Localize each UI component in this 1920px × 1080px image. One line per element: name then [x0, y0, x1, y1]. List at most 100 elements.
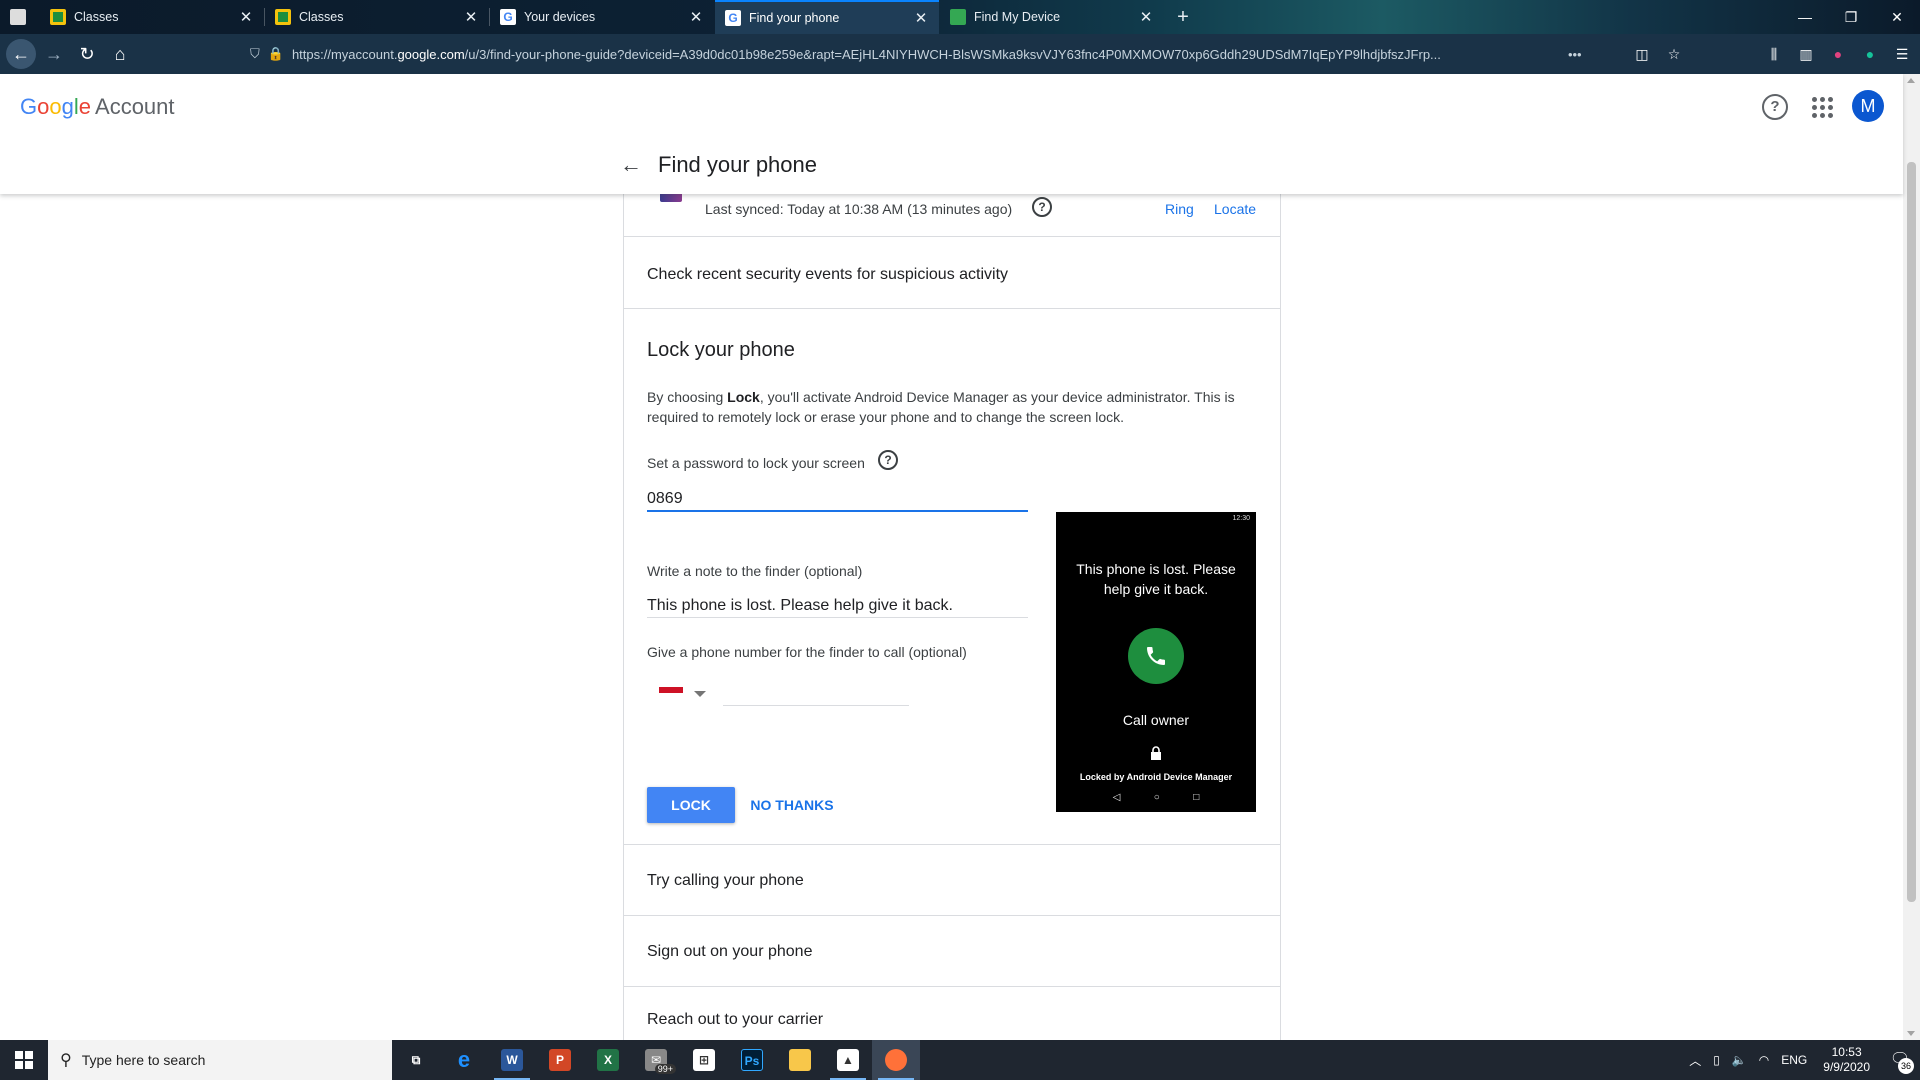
locate-button[interactable]: Locate	[1214, 201, 1256, 217]
status-bar-time: 12:30	[1232, 515, 1250, 522]
wifi-icon[interactable]: ◠	[1759, 1053, 1769, 1067]
chevron-up-icon[interactable]: ︿	[1689, 1052, 1701, 1069]
call-icon	[1128, 628, 1184, 684]
firefox-icon[interactable]	[872, 1040, 920, 1080]
back-arrow-icon[interactable]: ←	[620, 152, 642, 178]
finder-note-field[interactable]	[647, 594, 1028, 618]
word-icon[interactable]: W	[488, 1040, 536, 1080]
no-thanks-button[interactable]: NO THANKS	[744, 787, 840, 823]
password-field[interactable]	[647, 488, 1028, 512]
url-bar[interactable]: ⛉ 🔒 https://myaccount.google.com/u/3/fin…	[250, 39, 1610, 69]
google-account-logo[interactable]: Google Account	[20, 94, 175, 120]
notification-center-icon[interactable]: 🗨36	[1880, 1040, 1920, 1080]
store-icon[interactable]: ⊞	[680, 1040, 728, 1080]
classroom-icon	[50, 9, 66, 25]
minimize-icon[interactable]: —	[1782, 0, 1828, 34]
help-icon[interactable]: ?	[1032, 197, 1052, 217]
lock-phone-section: Lock your phone By choosing Lock, you'll…	[624, 309, 1280, 845]
country-flag-icon[interactable]	[659, 687, 683, 699]
close-window-icon[interactable]: ✕	[1874, 0, 1920, 34]
new-tab-button[interactable]: +	[1168, 0, 1198, 34]
scroll-up-icon[interactable]	[1907, 78, 1915, 83]
find-my-device-icon	[950, 9, 966, 25]
language-indicator[interactable]: ENG	[1781, 1053, 1807, 1067]
chevron-down-icon[interactable]	[694, 691, 706, 697]
avatar[interactable]: M	[1852, 90, 1884, 122]
photos-icon[interactable]: ▲	[824, 1040, 872, 1080]
account-label: Account	[95, 94, 175, 119]
tab-close-icon[interactable]: ✕	[463, 8, 479, 26]
photoshop-icon[interactable]: Ps	[728, 1040, 776, 1080]
lock-icon[interactable]: 🔒	[268, 46, 284, 62]
security-events-row[interactable]: Check recent security events for suspici…	[624, 237, 1280, 309]
back-arrow-icon[interactable]: ←	[6, 39, 36, 69]
phone-nav-bar: ◁ ○ □	[1056, 792, 1256, 803]
tab-close-icon[interactable]: ✕	[1138, 8, 1154, 26]
tab-find-your-phone[interactable]: G Find your phone ✕	[715, 0, 939, 34]
shield-icon[interactable]: ⛉	[250, 46, 260, 62]
help-icon[interactable]: ?	[878, 450, 898, 470]
lock-description: By choosing Lock, you'll activate Androi…	[647, 387, 1257, 427]
scrollbar-thumb[interactable]	[1907, 162, 1916, 902]
try-calling-row[interactable]: Try calling your phone	[624, 845, 1280, 916]
scroll-down-icon[interactable]	[1907, 1031, 1915, 1036]
google-icon: G	[725, 10, 741, 26]
carrier-row[interactable]: Reach out to your carrier	[624, 987, 1280, 1047]
bookmark-star-icon[interactable]: ☆	[1662, 39, 1686, 69]
tab-label: Classes	[299, 10, 344, 24]
menu-icon[interactable]: ☰	[1890, 39, 1914, 69]
tab-find-my-device[interactable]: Find My Device ✕	[940, 0, 1164, 34]
tab-your-devices[interactable]: G Your devices ✕	[490, 0, 714, 34]
apps-grid-icon[interactable]	[1810, 95, 1834, 119]
restore-icon[interactable]: ❐	[1828, 0, 1874, 34]
library-icon[interactable]: ⫼	[1762, 39, 1786, 69]
logo-letter: G	[20, 94, 38, 119]
lock-button[interactable]: LOCK	[647, 787, 735, 823]
padlock-icon	[1151, 746, 1161, 760]
sign-out-label: Sign out on your phone	[647, 943, 813, 960]
logo-letter: o	[37, 94, 50, 119]
tab-label: Find My Device	[974, 10, 1061, 24]
taskbar-search[interactable]: ⚲ Type here to search	[48, 1040, 392, 1080]
preview-message: This phone is lost. Please help give it …	[1076, 561, 1236, 597]
device-sync-row: Last synced: Today at 10:38 AM (13 minut…	[624, 190, 1280, 237]
tab-close-icon[interactable]: ✕	[238, 8, 254, 26]
tab-close-icon[interactable]: ✕	[688, 8, 704, 26]
edge-icon[interactable]: e	[440, 1040, 488, 1080]
excel-icon[interactable]: X	[584, 1040, 632, 1080]
clock[interactable]: 10:53 9/9/2020	[1823, 1045, 1870, 1075]
powerpoint-icon[interactable]: P	[536, 1040, 584, 1080]
sidebar-icon[interactable]: ▥	[1794, 39, 1818, 69]
home-icon[interactable]: ⌂	[105, 39, 135, 69]
tab-label: Classes	[74, 10, 119, 24]
volume-icon[interactable]: 🔈	[1732, 1053, 1747, 1067]
forward-arrow-icon[interactable]: →	[39, 39, 69, 69]
grammarly-icon[interactable]: ●	[1858, 39, 1882, 69]
find-phone-card: Last synced: Today at 10:38 AM (13 minut…	[623, 190, 1281, 1040]
extension-icon[interactable]: ●	[1826, 39, 1850, 69]
tab-close-icon[interactable]: ✕	[913, 9, 929, 27]
phone-number-field[interactable]	[723, 676, 909, 706]
clock-date: 9/9/2020	[1823, 1060, 1870, 1074]
tab-overview-icon[interactable]	[0, 0, 40, 34]
battery-icon[interactable]: ▯	[1713, 1053, 1720, 1067]
help-icon[interactable]: ?	[1762, 94, 1788, 120]
search-icon: ⚲	[60, 1052, 72, 1069]
window-controls: — ❐ ✕	[1782, 0, 1920, 34]
pocket-icon[interactable]: ◫	[1630, 39, 1654, 69]
mail-icon[interactable]: ✉ 99+	[632, 1040, 680, 1080]
page-scrollbar[interactable]	[1903, 74, 1920, 1040]
security-events-label: Check recent security events for suspici…	[647, 266, 1009, 283]
tab-classes-1[interactable]: Classes ✕	[40, 0, 264, 34]
sign-out-row[interactable]: Sign out on your phone	[624, 916, 1280, 987]
tab-classes-2[interactable]: Classes ✕	[265, 0, 489, 34]
more-actions-icon[interactable]: •••	[1568, 47, 1582, 62]
windows-start-icon[interactable]	[0, 1040, 48, 1080]
file-explorer-icon[interactable]	[776, 1040, 824, 1080]
url-text[interactable]: https://myaccount.google.com/u/3/find-yo…	[292, 47, 1562, 62]
lock-heading: Lock your phone	[647, 339, 795, 361]
reload-icon[interactable]: ↻	[72, 39, 102, 69]
carrier-label: Reach out to your carrier	[647, 1011, 824, 1028]
task-view-icon[interactable]: ⧉	[392, 1040, 440, 1080]
ring-button[interactable]: Ring	[1165, 201, 1194, 217]
